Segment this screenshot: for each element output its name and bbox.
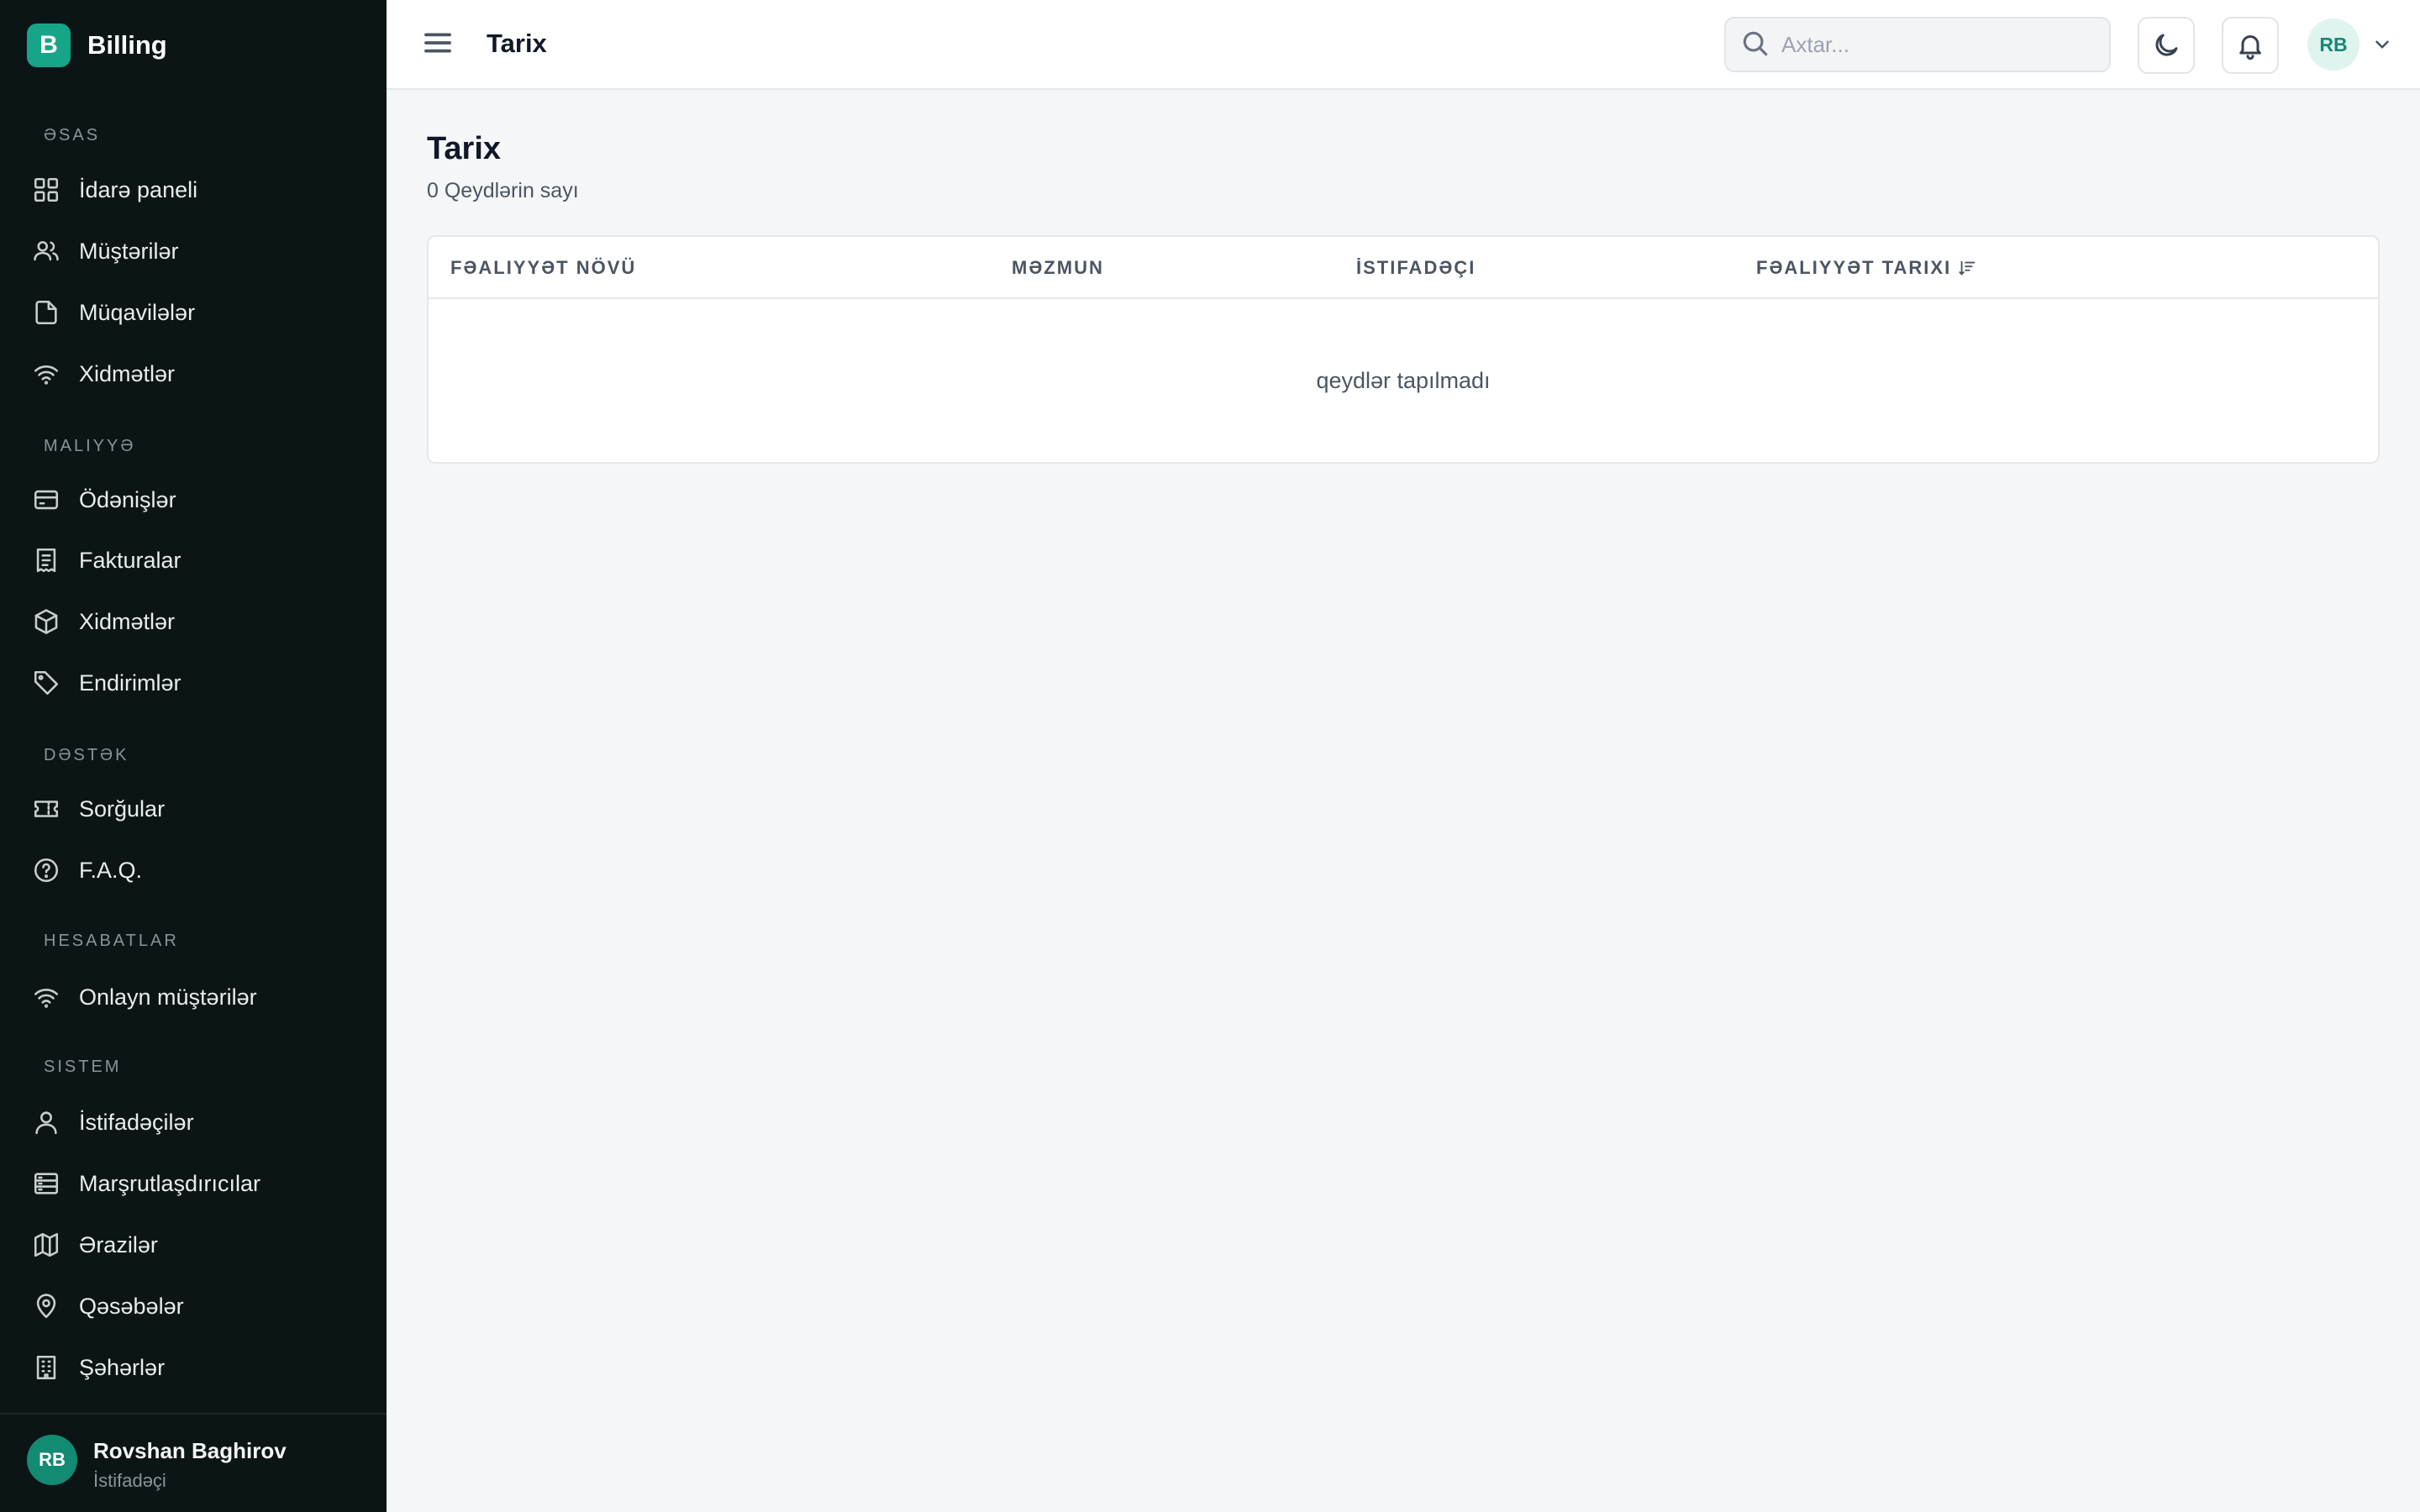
- avatar: RB: [27, 1435, 77, 1485]
- section-label-hesabatlar: HESABATLAR: [44, 932, 179, 950]
- section-label-destek: DƏSTƏK: [44, 746, 129, 764]
- sidebar-item-label: Marşrutlaşdırıcılar: [79, 1170, 261, 1196]
- sidebar-item-cities[interactable]: Şəhərlər: [30, 1347, 358, 1389]
- column-header-label: FƏALIYYƏT NÖVÜ: [450, 257, 637, 278]
- notifications-button[interactable]: [2222, 17, 2279, 74]
- theme-toggle-button[interactable]: [2138, 17, 2195, 74]
- box-icon: [30, 606, 62, 638]
- column-header-activity-date[interactable]: FƏALIYYƏT TARIXI: [1756, 257, 1976, 279]
- sidebar-item-invoices[interactable]: Fakturalar: [30, 539, 358, 581]
- search-icon: [1739, 28, 1773, 61]
- sidebar-item-faq[interactable]: F.A.Q.: [30, 849, 358, 891]
- sidebar-item-payments[interactable]: Ödənişlər: [30, 479, 358, 521]
- sidebar-item-label: Müştərilər: [79, 238, 179, 264]
- record-count: 0 Qeydlərin sayı: [427, 179, 579, 202]
- map-icon: [30, 1229, 62, 1261]
- user-role: İstifadəçi: [93, 1470, 166, 1491]
- column-header-label: MƏZMUN: [1012, 257, 1104, 278]
- sidebar-item-label: Şəhərlər: [79, 1354, 166, 1380]
- sidebar-item-requests[interactable]: Sorğular: [30, 788, 358, 830]
- brand[interactable]: B Billing: [27, 24, 167, 67]
- sidebar-item-label: Endirimlər: [79, 669, 182, 696]
- sidebar-item-label: Sorğular: [79, 795, 166, 822]
- page-title: Tarix: [427, 131, 502, 166]
- user-name: Rovshan Baghirov: [93, 1438, 287, 1463]
- wifi-icon: [30, 981, 62, 1013]
- sidebar-item-dashboard[interactable]: İdarə paneli: [30, 169, 358, 211]
- top-header: Tarix RB: [387, 0, 2420, 90]
- history-table: FƏALIYYƏT NÖVÜ MƏZMUN İSTIFADƏÇI FƏALIYY…: [427, 235, 2380, 464]
- building-icon: [30, 1352, 62, 1383]
- sidebar-item-label: Xidmətlər: [79, 360, 176, 386]
- menu-icon[interactable]: [420, 25, 455, 60]
- section-label-esas: ƏSAS: [44, 126, 101, 144]
- sidebar-item-label: Ödənişlər: [79, 486, 176, 512]
- sidebar-item-discounts[interactable]: Endirimlər: [30, 662, 358, 704]
- wifi-icon: [30, 358, 62, 390]
- sidebar: B Billing ƏSAS İdarə paneli Müştərilər M…: [0, 0, 387, 1512]
- sidebar-item-label: İstifadəçilər: [79, 1109, 194, 1135]
- brand-name: Billing: [87, 30, 167, 60]
- header-title: Tarix: [487, 29, 547, 58]
- column-header-label: FƏALIYYƏT TARIXI: [1756, 257, 1952, 278]
- sidebar-item-label: İdarə paneli: [79, 176, 198, 202]
- sidebar-item-products[interactable]: Xidmətlər: [30, 601, 358, 643]
- server-icon: [30, 1168, 62, 1200]
- bell-icon: [2239, 35, 2261, 60]
- section-label-sistem: SISTEM: [44, 1058, 122, 1076]
- file-icon: [30, 297, 62, 328]
- search-input[interactable]: [1781, 31, 2101, 58]
- brand-logo: B: [27, 24, 71, 67]
- moon-icon: [2155, 34, 2178, 56]
- receipt-icon: [30, 544, 62, 576]
- sidebar-item-services[interactable]: Xidmətlər: [30, 353, 358, 395]
- header-avatar[interactable]: RB: [2307, 18, 2360, 71]
- help-circle-icon: [30, 854, 62, 886]
- grid-icon: [30, 174, 62, 206]
- map-pin-icon: [30, 1290, 62, 1322]
- users-icon: [30, 235, 62, 267]
- sidebar-item-label: Qəsəbələr: [79, 1293, 184, 1319]
- table-header-row: FƏALIYYƏT NÖVÜ MƏZMUN İSTIFADƏÇI FƏALIYY…: [429, 237, 2378, 299]
- sidebar-item-label: Onlayn müştərilər: [79, 984, 257, 1010]
- section-label-maliyye: MALIYYƏ: [44, 437, 136, 455]
- empty-state-message: qeydlər tapılmadı: [1316, 368, 1491, 393]
- user-icon: [30, 1106, 62, 1138]
- sidebar-item-contracts[interactable]: Müqavilələr: [30, 291, 358, 333]
- sidebar-item-label: Müqavilələr: [79, 299, 196, 325]
- sidebar-item-areas[interactable]: Ərazilər: [30, 1224, 358, 1266]
- sidebar-user-panel[interactable]: RB Rovshan Baghirov İstifadəçi: [0, 1413, 387, 1512]
- ticket-icon: [30, 793, 62, 825]
- sidebar-item-online-customers[interactable]: Onlayn müştərilər: [30, 976, 358, 1018]
- sidebar-item-customers[interactable]: Müştərilər: [30, 230, 358, 272]
- sidebar-item-label: Ərazilər: [79, 1231, 158, 1257]
- sort-descending-icon[interactable]: [1958, 259, 1976, 277]
- column-header-content[interactable]: MƏZMUN: [1012, 257, 1104, 279]
- tag-icon: [30, 667, 62, 699]
- column-header-activity-type[interactable]: FƏALIYYƏT NÖVÜ: [450, 257, 636, 279]
- sidebar-item-settlements[interactable]: Qəsəbələr: [30, 1285, 358, 1327]
- credit-card-icon: [30, 484, 62, 516]
- column-header-label: İSTIFADƏÇI: [1356, 257, 1476, 278]
- sidebar-item-routers[interactable]: Marşrutlaşdırıcılar: [30, 1163, 358, 1205]
- search-box[interactable]: [1724, 17, 2111, 72]
- sidebar-item-label: Xidmətlər: [79, 608, 176, 634]
- sidebar-item-users[interactable]: İstifadəçilər: [30, 1101, 358, 1143]
- chevron-down-icon[interactable]: [2371, 34, 2393, 55]
- sidebar-item-label: Fakturalar: [79, 547, 182, 573]
- column-header-user[interactable]: İSTIFADƏÇI: [1356, 257, 1476, 279]
- sidebar-item-label: F.A.Q.: [79, 857, 143, 883]
